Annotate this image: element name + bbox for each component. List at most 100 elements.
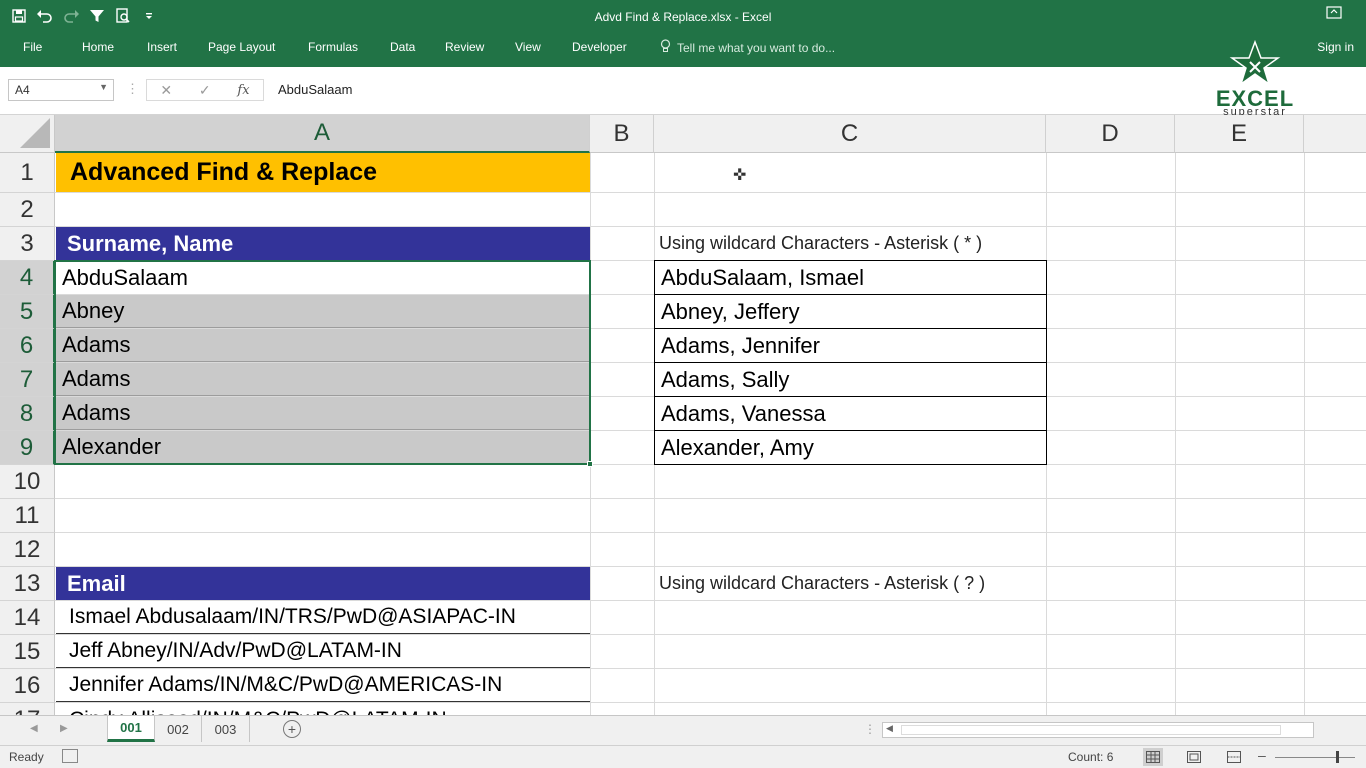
tab-data[interactable]: Data (390, 40, 415, 54)
cell-c9[interactable]: Alexander, Amy (654, 430, 1047, 465)
cell-c4[interactable]: AbduSalaam, Ismael (654, 260, 1047, 295)
cell-a16[interactable]: Jennifer Adams/IN/M&C/PwD@AMERICAS-IN (56, 669, 590, 702)
row-header-15[interactable]: 15 (0, 635, 55, 669)
row-header-5[interactable]: 5 (0, 295, 55, 329)
column-header-b[interactable]: B (590, 115, 654, 153)
row-header-7[interactable]: 7 (0, 363, 55, 397)
gridline (1304, 153, 1305, 715)
tell-me-placeholder: Tell me what you want to do... (677, 40, 836, 55)
ribbon-display-icon[interactable] (1326, 6, 1342, 25)
title-bar: Advd Find & Replace.xlsx - Excel (0, 0, 1366, 33)
cell-a13-header[interactable]: Email (56, 567, 590, 600)
formula-bar: A4 ▼ ⋮ ✕ ✓ fx AbduSalaam (0, 67, 1366, 115)
row-header-1[interactable]: 1 (0, 153, 55, 193)
tab-file[interactable]: File (23, 40, 42, 54)
column-header-c[interactable]: C (654, 115, 1046, 153)
cell-a5[interactable]: Abney (56, 295, 590, 328)
normal-view-icon[interactable] (1143, 748, 1163, 766)
row-header-16[interactable]: 16 (0, 669, 55, 703)
cell-a15[interactable]: Jeff Abney/IN/Adv/PwD@LATAM-IN (56, 635, 590, 668)
row-header-13[interactable]: 13 (0, 567, 55, 601)
gridline (590, 153, 591, 715)
name-box[interactable]: A4 ▼ (8, 79, 114, 101)
cell-c8[interactable]: Adams, Vanessa (654, 396, 1047, 431)
ribbon-tabs: File Home Insert Page Layout Formulas Da… (0, 33, 1366, 67)
tab-review[interactable]: Review (445, 40, 484, 54)
window-title: Advd Find & Replace.xlsx - Excel (594, 10, 772, 24)
scroll-right-arrow-icon[interactable]: ▶ (60, 723, 68, 734)
scroll-left-icon[interactable]: ◀ (886, 723, 893, 734)
row-header-14[interactable]: 14 (0, 601, 55, 635)
gridline (1175, 153, 1176, 715)
cell-a1-title[interactable]: Advanced Find & Replace (56, 153, 590, 192)
page-layout-view-icon[interactable] (1184, 748, 1204, 766)
cell-a14[interactable]: Ismael Abdusalaam/IN/TRS/PwD@ASIAPAC-IN (56, 601, 590, 634)
cell-c13-label[interactable]: Using wildcard Characters - Asterisk ( ?… (655, 567, 1055, 600)
cell-c6[interactable]: Adams, Jennifer (654, 328, 1047, 363)
row-header-2[interactable]: 2 (0, 193, 55, 227)
tab-split-handle[interactable]: ⋮ (864, 722, 876, 736)
sheet-tabs-bar: ◀ ▶ 001 002 003 + ⋮ ◀ (0, 715, 1366, 745)
status-count: Count: 6 (1068, 750, 1114, 764)
row-header-6[interactable]: 6 (0, 329, 55, 363)
cell-a6[interactable]: Adams (56, 329, 590, 362)
sheet-tab-001[interactable]: 001 (107, 716, 155, 742)
row-header-4[interactable]: 4 (0, 261, 55, 295)
column-header-d[interactable]: D (1046, 115, 1175, 153)
cell-a8[interactable]: Adams (56, 397, 590, 430)
tab-page-layout[interactable]: Page Layout (208, 40, 275, 54)
row-header-11[interactable]: 11 (0, 499, 55, 533)
cell-c3-label[interactable]: Using wildcard Characters - Asterisk ( *… (655, 227, 1055, 260)
gridline (55, 192, 1366, 193)
tab-view[interactable]: View (515, 40, 541, 54)
chevron-down-icon[interactable]: ▼ (99, 82, 108, 92)
row-header-3[interactable]: 3 (0, 227, 55, 261)
row-header-12[interactable]: 12 (0, 533, 55, 567)
row-header-10[interactable]: 10 (0, 465, 55, 499)
macro-record-icon[interactable] (62, 749, 78, 763)
cell-a9[interactable]: Alexander (56, 431, 590, 464)
enter-icon[interactable]: ✓ (199, 82, 211, 99)
gridline (55, 498, 1366, 499)
formula-bar-splitter[interactable]: ⋮ (126, 81, 139, 97)
column-header-e[interactable]: E (1175, 115, 1304, 153)
cell-a17[interactable]: Cindy Allisood/IN/M&C/PwD@LATAM-IN (56, 703, 590, 716)
gridline (55, 532, 1366, 533)
select-all-corner[interactable] (0, 115, 55, 153)
formula-buttons: ✕ ✓ fx (146, 79, 264, 101)
tell-me-search[interactable]: Tell me what you want to do... (660, 39, 835, 56)
sheet-tab-003[interactable]: 003 (202, 716, 250, 742)
cancel-icon[interactable]: ✕ (160, 82, 172, 99)
cell-c5[interactable]: Abney, Jeffery (654, 294, 1047, 329)
column-header-f[interactable] (1304, 115, 1366, 153)
cell-a7[interactable]: Adams (56, 363, 590, 396)
row-header-8[interactable]: 8 (0, 397, 55, 431)
cell-a3-header[interactable]: Surname, Name (56, 227, 590, 260)
cell-a4[interactable]: AbduSalaam (56, 261, 590, 294)
tab-insert[interactable]: Insert (147, 40, 177, 54)
formula-input[interactable]: AbduSalaam (268, 79, 1208, 101)
row-header-17[interactable]: 17 (0, 703, 55, 715)
tab-home[interactable]: Home (82, 40, 114, 54)
fx-icon[interactable]: fx (237, 83, 249, 98)
horizontal-scrollbar[interactable]: ◀ (882, 722, 1314, 738)
tab-developer[interactable]: Developer (572, 40, 627, 54)
cell-c7[interactable]: Adams, Sally (654, 362, 1047, 397)
new-sheet-icon[interactable]: + (283, 720, 301, 738)
excel-superstar-logo: EXCEL superstar (1210, 40, 1300, 120)
sign-in-link[interactable]: Sign in (1317, 40, 1354, 54)
page-break-view-icon[interactable] (1224, 748, 1244, 766)
zoom-out-icon[interactable]: – (1258, 747, 1266, 763)
row-header-9[interactable]: 9 (0, 431, 55, 465)
tab-formulas[interactable]: Formulas (308, 40, 358, 54)
sheet-tab-002[interactable]: 002 (155, 716, 202, 742)
column-header-a[interactable]: A (55, 115, 590, 153)
zoom-slider[interactable] (1275, 757, 1355, 758)
fill-handle[interactable] (587, 461, 593, 467)
scrollbar-thumb[interactable] (901, 725, 1281, 735)
worksheet-grid[interactable]: A B C D E 1 2 3 4 5 6 7 8 9 10 11 12 13 … (0, 115, 1366, 715)
scroll-left-arrow-icon[interactable]: ◀ (30, 723, 38, 734)
status-bar: Ready Count: 6 – (0, 745, 1366, 768)
zoom-slider-thumb[interactable] (1336, 751, 1339, 763)
cell-cursor-icon: ✜ (733, 167, 747, 184)
